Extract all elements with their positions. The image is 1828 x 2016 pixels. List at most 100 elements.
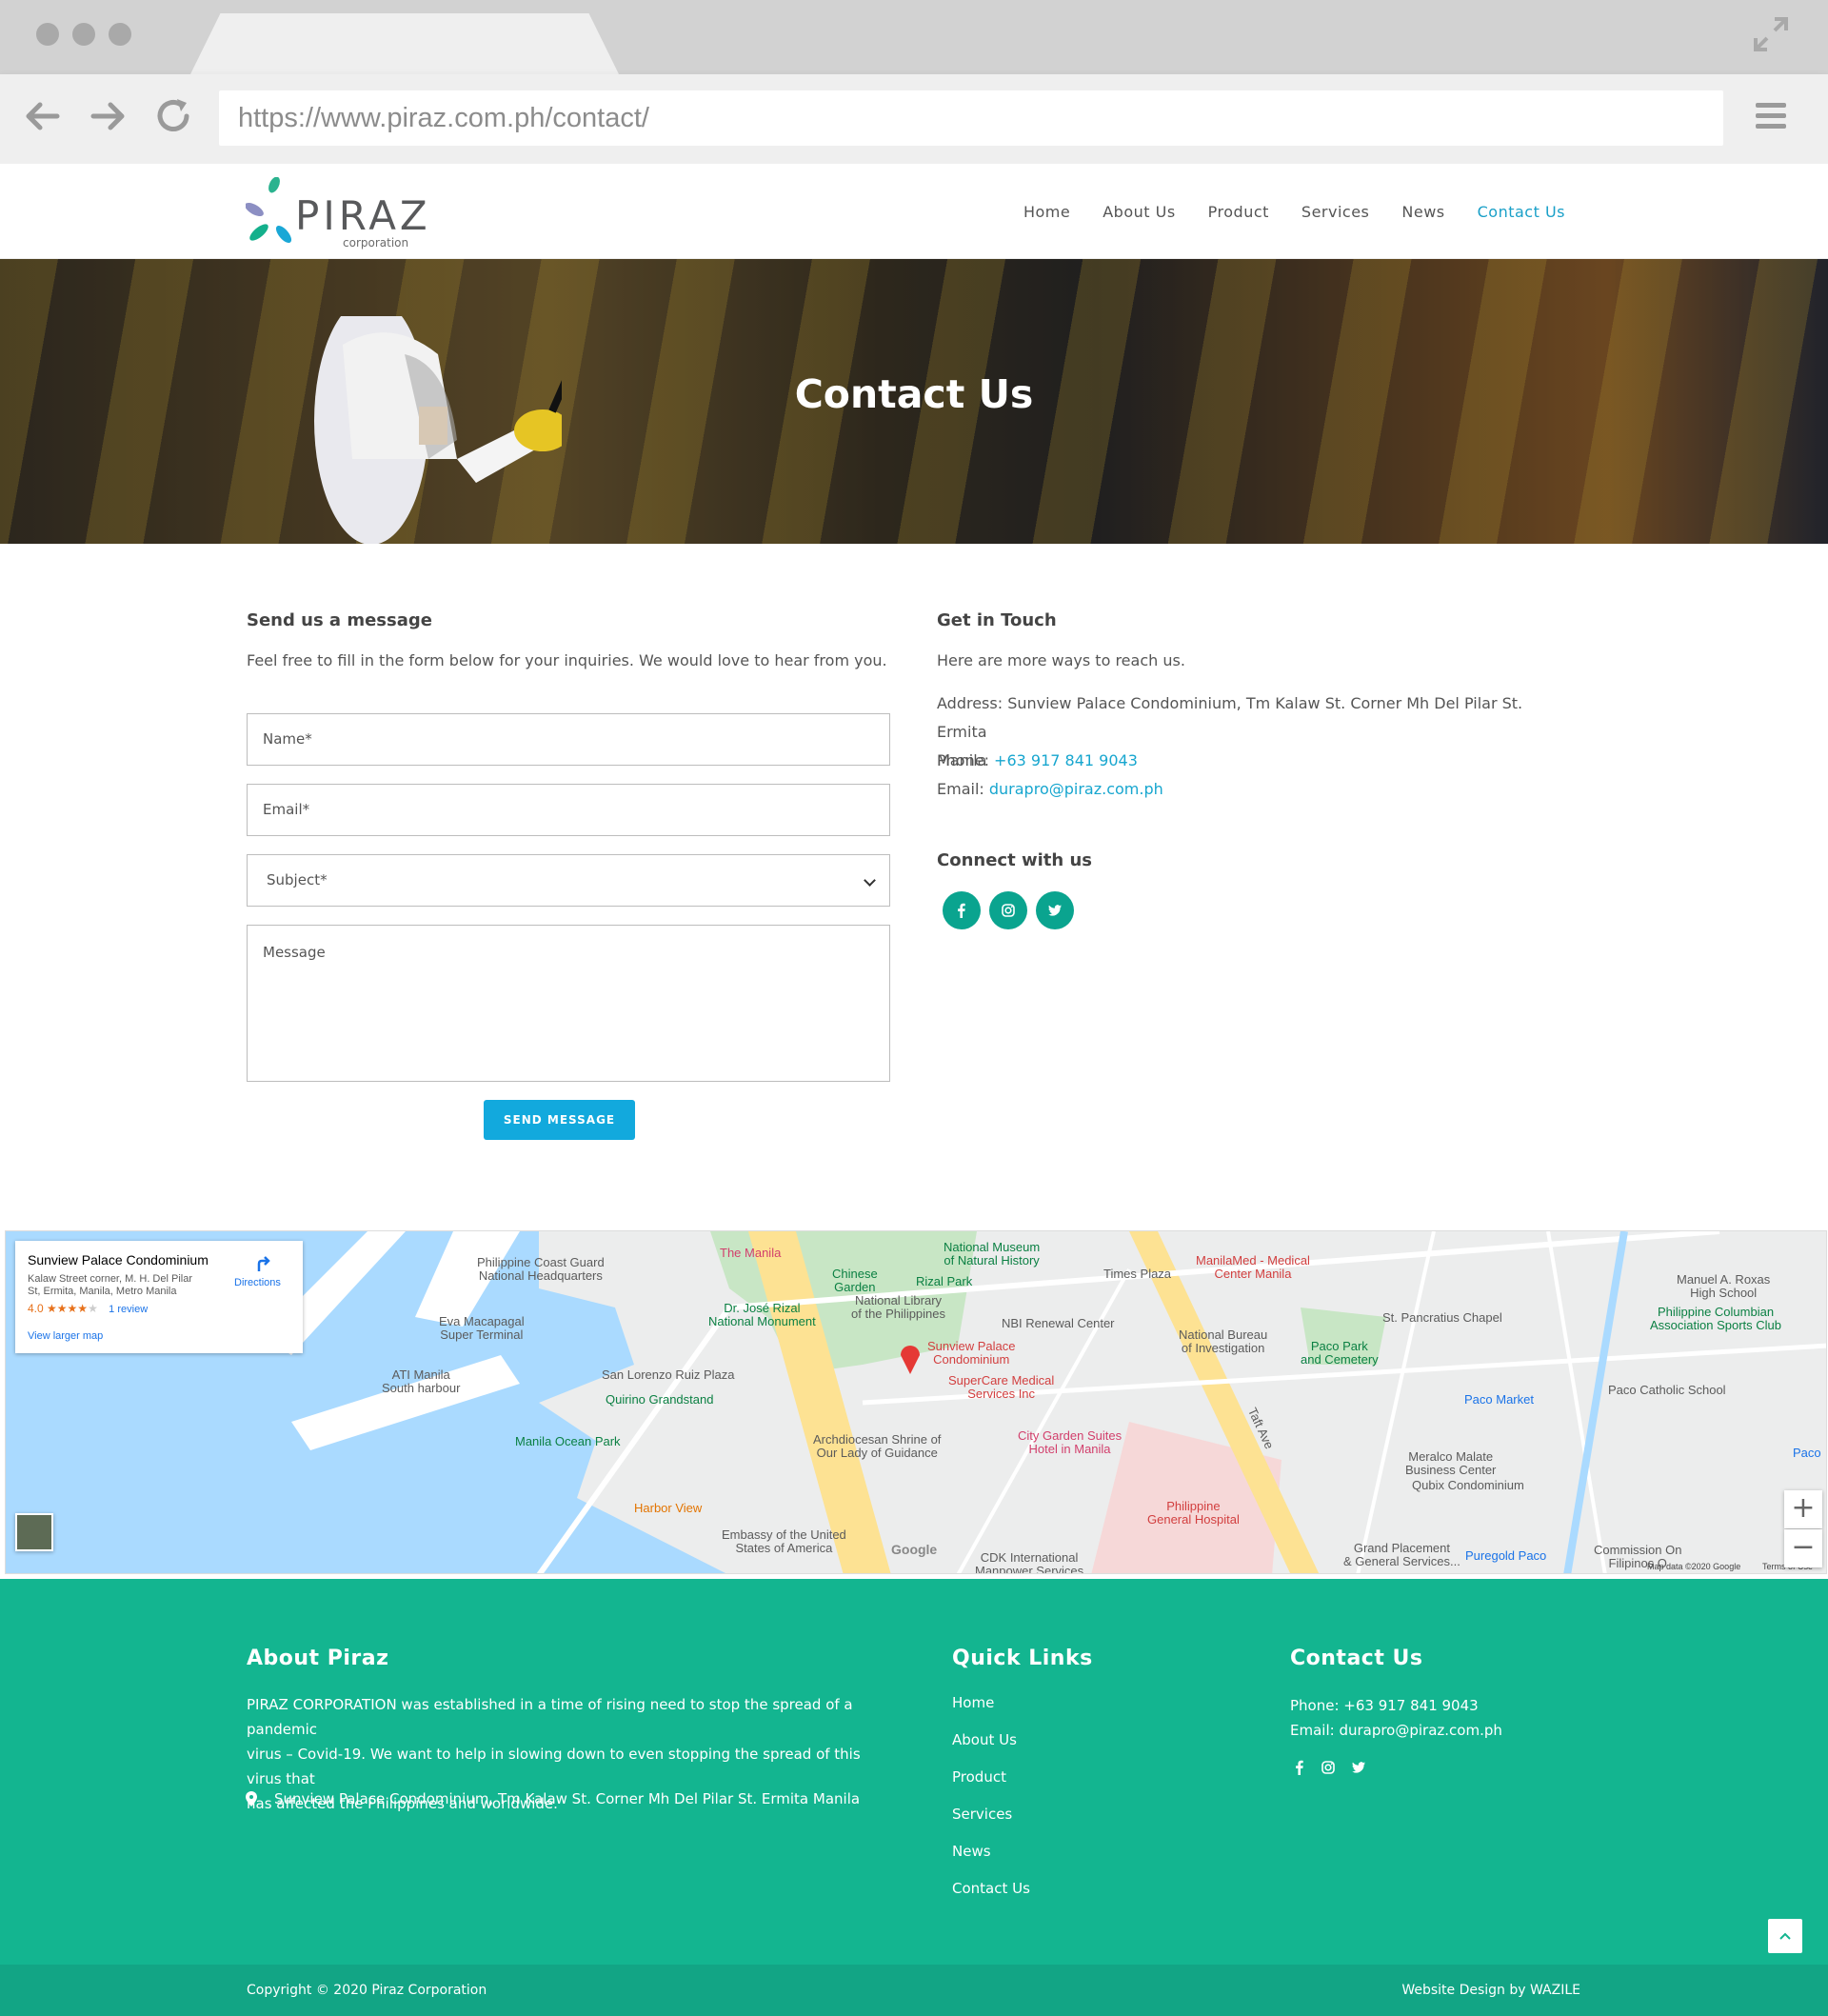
window-controls (36, 23, 131, 46)
view-larger-map-link[interactable]: View larger map (28, 1330, 103, 1342)
map-label: Times Plaza (1103, 1267, 1172, 1281)
map-label: City Garden Suites Hotel in Manila (1018, 1428, 1123, 1456)
map-label: The Manila (720, 1246, 782, 1260)
instagram-icon (1002, 904, 1015, 917)
close-window-button[interactable] (36, 23, 59, 46)
phone-link[interactable]: +63 917 841 9043 (994, 751, 1138, 769)
forward-arrow-icon[interactable] (88, 95, 129, 137)
logo-subtitle: corporation (343, 236, 409, 250)
back-to-top-button[interactable] (1768, 1919, 1802, 1953)
back-arrow-icon[interactable] (21, 95, 63, 137)
map-rating-empty-star: ★ (88, 1302, 98, 1315)
map-label: Grand Placement & General Services... (1343, 1541, 1460, 1568)
map-label: SuperCare Medical Services Inc (948, 1373, 1055, 1401)
map-label: Embassy of the United States of America (722, 1527, 846, 1555)
designer-credit[interactable]: Website Design by WAZILE (1401, 1965, 1580, 2016)
twitter-button[interactable] (1036, 891, 1074, 929)
email-input[interactable]: Email* (247, 784, 890, 836)
email-text: Email: durapro@piraz.com.ph (937, 775, 1163, 804)
browser-tab[interactable] (190, 13, 619, 74)
instagram-button[interactable] (989, 891, 1027, 929)
map-marker-icon (246, 1791, 257, 1806)
nav-home[interactable]: Home (1023, 203, 1070, 221)
form-title: Send us a message (247, 610, 432, 630)
map-label: Rizal Park (916, 1274, 973, 1288)
map-rating-value: 4.0 (28, 1302, 44, 1315)
satellite-toggle[interactable] (15, 1513, 53, 1551)
logo[interactable]: PIRAZ corporation (246, 171, 427, 255)
map-label: Harbor View (634, 1501, 703, 1515)
map-attribution: Map data ©2020 Google (1647, 1562, 1741, 1571)
nav-contact-us[interactable]: Contact Us (1478, 203, 1565, 221)
footer-contact-title: Contact Us (1290, 1647, 1423, 1670)
facebook-icon (958, 903, 965, 918)
map-label: Paco Catholic School (1608, 1383, 1726, 1397)
footer-link-news[interactable]: News (952, 1843, 991, 1860)
directions-link[interactable]: Directions (234, 1277, 281, 1288)
footer-phone[interactable]: Phone: +63 917 841 9043 (1290, 1693, 1479, 1718)
footer-instagram-icon[interactable] (1321, 1760, 1336, 1775)
email-link[interactable]: durapro@piraz.com.ph (989, 780, 1163, 798)
page-title: Contact Us (794, 371, 1034, 417)
footer-about-line-1: PIRAZ CORPORATION was established in a t… (247, 1696, 853, 1738)
phone-text: Phone: +63 917 841 9043 (937, 747, 1138, 775)
zoom-out-button[interactable]: − (1784, 1529, 1822, 1567)
nav-about-us[interactable]: About Us (1103, 203, 1175, 221)
reload-icon[interactable] (152, 95, 194, 137)
footer-link-contact-us[interactable]: Contact Us (952, 1880, 1030, 1897)
address-label: Address: (937, 694, 1008, 712)
nav-product[interactable]: Product (1208, 203, 1269, 221)
form-intro: Feel free to fill in the form below for … (247, 651, 887, 669)
footer-link-home[interactable]: Home (952, 1694, 994, 1711)
footer-link-about-us[interactable]: About Us (952, 1731, 1017, 1748)
zoom-in-button[interactable]: + (1784, 1490, 1822, 1528)
map-place-address: Kalaw Street corner, M. H. Del Pilar St,… (28, 1273, 192, 1298)
facebook-button[interactable] (943, 891, 981, 929)
map-label: Philippine Columbian Association Sports C… (1650, 1305, 1782, 1332)
map-label: Quirino Grandstand (606, 1392, 714, 1407)
map-label: St. Pancratius Chapel (1382, 1310, 1502, 1325)
send-message-button[interactable]: SEND MESSAGE (484, 1100, 635, 1140)
map-label: CDK International Manpower Services (975, 1550, 1084, 1574)
footer-address: Sunview Palace Condominium, Tm Kalaw St.… (274, 1790, 861, 1807)
map-label: ATI Manila South harbour (382, 1367, 461, 1395)
name-input[interactable]: Name* (247, 713, 890, 766)
nav-services[interactable]: Services (1301, 203, 1369, 221)
minimize-window-button[interactable] (72, 23, 95, 46)
footer-twitter-icon[interactable] (1351, 1760, 1366, 1775)
directions-icon[interactable] (253, 1254, 272, 1273)
map-label: Qubix Condominium (1412, 1478, 1524, 1492)
copyright-text: Copyright © 2020 Piraz Corporation (247, 1983, 487, 1998)
address-bar[interactable]: https://www.piraz.com.ph/contact/ (219, 90, 1723, 146)
map-place-address-1: Kalaw Street corner, M. H. Del Pilar (28, 1273, 193, 1285)
phone-label: Phone: (937, 751, 995, 769)
map-label: Chinese Garden (832, 1267, 878, 1294)
connect-title: Connect with us (937, 850, 1092, 870)
map-place-address-2: St, Ermita, Manila, Metro Manila (28, 1286, 177, 1297)
map-label: National Library of the Philippines (851, 1293, 946, 1321)
map-place-name: Sunview Palace Condominium (28, 1252, 209, 1267)
message-textarea[interactable]: Message (247, 925, 890, 1082)
footer-facebook-icon[interactable] (1292, 1760, 1307, 1775)
footer-email[interactable]: Email: durapro@piraz.com.ph (1290, 1718, 1502, 1743)
footer-link-services[interactable]: Services (952, 1806, 1012, 1823)
browser-tab-strip (0, 0, 1828, 74)
nav-news[interactable]: News (1401, 203, 1444, 221)
google-map[interactable]: Sunview Palace Condominium Kalaw Street … (5, 1230, 1827, 1574)
footer-about-title: About Piraz (247, 1647, 389, 1670)
map-rating: 4.0 ★★★★★ 1 review (28, 1302, 148, 1315)
hamburger-menu-icon[interactable] (1755, 100, 1787, 132)
expand-icon[interactable] (1752, 15, 1790, 53)
map-rating-stars: ★★★★ (47, 1302, 89, 1315)
subject-select[interactable]: Subject* (247, 854, 890, 907)
map-label: Dr. José Rizal National Monument (708, 1301, 816, 1328)
map-label: Paco (1793, 1446, 1821, 1460)
map-label: NBI Renewal Center (1002, 1316, 1115, 1330)
map-label: National Bureau of Investigation (1179, 1327, 1268, 1355)
maximize-window-button[interactable] (109, 23, 131, 46)
map-label: Archdiocesan Shrine of Our Lady of Guidan… (813, 1432, 942, 1460)
footer-link-product[interactable]: Product (952, 1768, 1006, 1786)
map-label: Manila Ocean Park (515, 1434, 621, 1448)
map-reviews-link[interactable]: 1 review (109, 1304, 148, 1315)
map-label: Manuel A. Roxas High School (1677, 1272, 1771, 1300)
